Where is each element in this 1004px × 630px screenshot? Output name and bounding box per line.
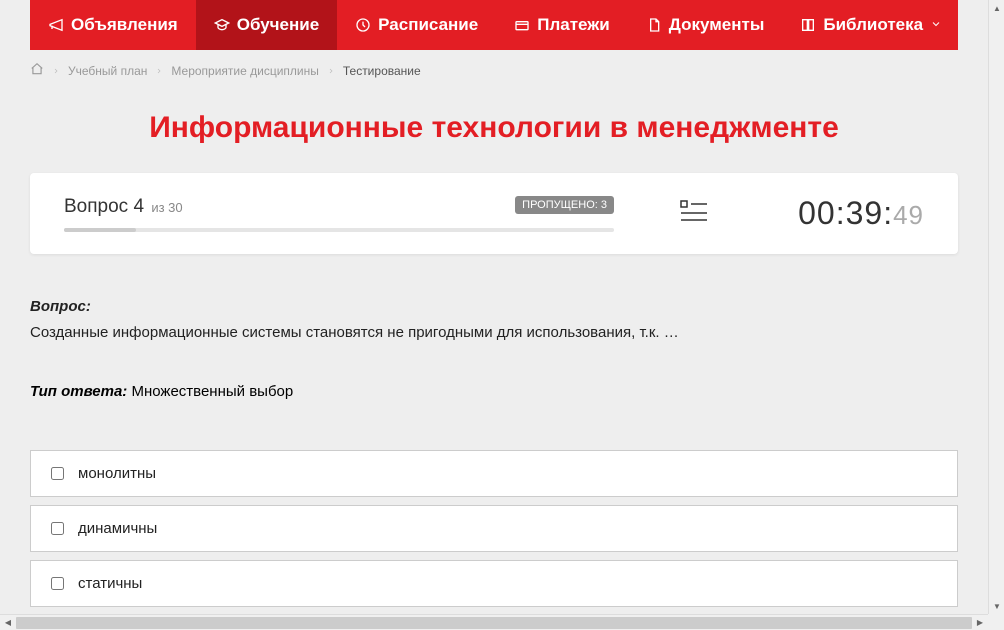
answer-option[interactable]: динамичны bbox=[30, 505, 958, 552]
question-total: из 30 bbox=[151, 200, 182, 215]
answer-text: статичны bbox=[78, 575, 142, 592]
horizontal-scrollbar[interactable]: ◀ ▶ bbox=[0, 614, 988, 630]
question-block: Вопрос: Созданные информационные системы… bbox=[30, 294, 958, 345]
answer-text: динамичны bbox=[78, 520, 157, 537]
megaphone-icon bbox=[48, 17, 64, 33]
scroll-track[interactable] bbox=[16, 615, 972, 630]
nav-schedule[interactable]: Расписание bbox=[337, 0, 496, 50]
scrollbar-corner bbox=[988, 614, 1004, 630]
nav-announcements[interactable]: Объявления bbox=[30, 0, 196, 50]
breadcrumb-current: Тестирование bbox=[343, 64, 421, 78]
scroll-left-arrow[interactable]: ◀ bbox=[0, 615, 16, 630]
question-text: Созданные информационные системы становя… bbox=[30, 324, 679, 341]
scroll-up-arrow[interactable]: ▲ bbox=[989, 0, 1004, 16]
nav-label: Документы bbox=[669, 15, 765, 35]
breadcrumb-curriculum[interactable]: Учебный план bbox=[68, 64, 147, 78]
progress-fill bbox=[64, 228, 136, 232]
payment-icon bbox=[514, 17, 530, 33]
home-icon[interactable] bbox=[30, 62, 44, 79]
chevron-right-icon bbox=[327, 64, 335, 78]
answer-type-label: Тип ответа: bbox=[30, 383, 127, 400]
answer-option[interactable]: монолитны bbox=[30, 450, 958, 497]
skipped-badge: ПРОПУЩЕНО: 3 bbox=[515, 196, 614, 214]
answer-text: монолитны bbox=[78, 465, 156, 482]
chevron-right-icon bbox=[52, 64, 60, 78]
nav-label: Платежи bbox=[537, 15, 610, 35]
question-number: Вопрос 4 bbox=[64, 196, 149, 217]
nav-learning[interactable]: Обучение bbox=[196, 0, 337, 50]
document-icon bbox=[646, 17, 662, 33]
question-word: Вопрос bbox=[64, 196, 128, 217]
breadcrumb: Учебный план Мероприятие дисциплины Тест… bbox=[0, 50, 988, 91]
chevron-right-icon bbox=[155, 64, 163, 78]
progress-bar bbox=[64, 228, 614, 232]
breadcrumb-event[interactable]: Мероприятие дисциплины bbox=[171, 64, 318, 78]
nav-label: Расписание bbox=[378, 15, 478, 35]
nav-payments[interactable]: Платежи bbox=[496, 0, 628, 50]
answer-checkbox[interactable] bbox=[51, 577, 64, 590]
scroll-thumb[interactable] bbox=[16, 617, 972, 629]
status-card: Вопрос 4 из 30 ПРОПУЩЕНО: 3 bbox=[30, 173, 958, 254]
nav-library[interactable]: Библиотека bbox=[782, 0, 960, 50]
main-nav: Объявления Обучение Расписание Платежи Д… bbox=[30, 0, 958, 50]
answer-checkbox[interactable] bbox=[51, 522, 64, 535]
answer-type-value: Множественный выбор bbox=[131, 383, 293, 400]
page-title: Информационные технологии в менеджменте bbox=[30, 111, 958, 145]
answer-checkbox[interactable] bbox=[51, 467, 64, 480]
timer: 00:39:49 bbox=[774, 195, 924, 232]
nav-documents[interactable]: Документы bbox=[628, 0, 783, 50]
book-icon bbox=[800, 17, 816, 33]
nav-label: Объявления bbox=[71, 15, 178, 35]
timer-main: 00:39: bbox=[798, 195, 893, 232]
vertical-scrollbar[interactable]: ▲ ▼ bbox=[988, 0, 1004, 614]
answer-type-block: Тип ответа: Множественный выбор bbox=[30, 383, 958, 400]
answers-list: монолитны динамичны статичны bbox=[30, 450, 958, 607]
clock-icon bbox=[355, 17, 371, 33]
question-list-icon[interactable] bbox=[680, 199, 708, 228]
graduation-cap-icon bbox=[214, 17, 230, 33]
nav-label: Обучение bbox=[237, 15, 319, 35]
nav-label: Библиотека bbox=[823, 15, 923, 35]
question-label: Вопрос: bbox=[30, 298, 91, 315]
scroll-right-arrow[interactable]: ▶ bbox=[972, 615, 988, 630]
question-current: 4 bbox=[133, 196, 144, 217]
timer-seconds: 49 bbox=[893, 200, 924, 231]
chevron-down-icon bbox=[930, 15, 942, 35]
scroll-down-arrow[interactable]: ▼ bbox=[989, 598, 1004, 614]
answer-option[interactable]: статичны bbox=[30, 560, 958, 607]
